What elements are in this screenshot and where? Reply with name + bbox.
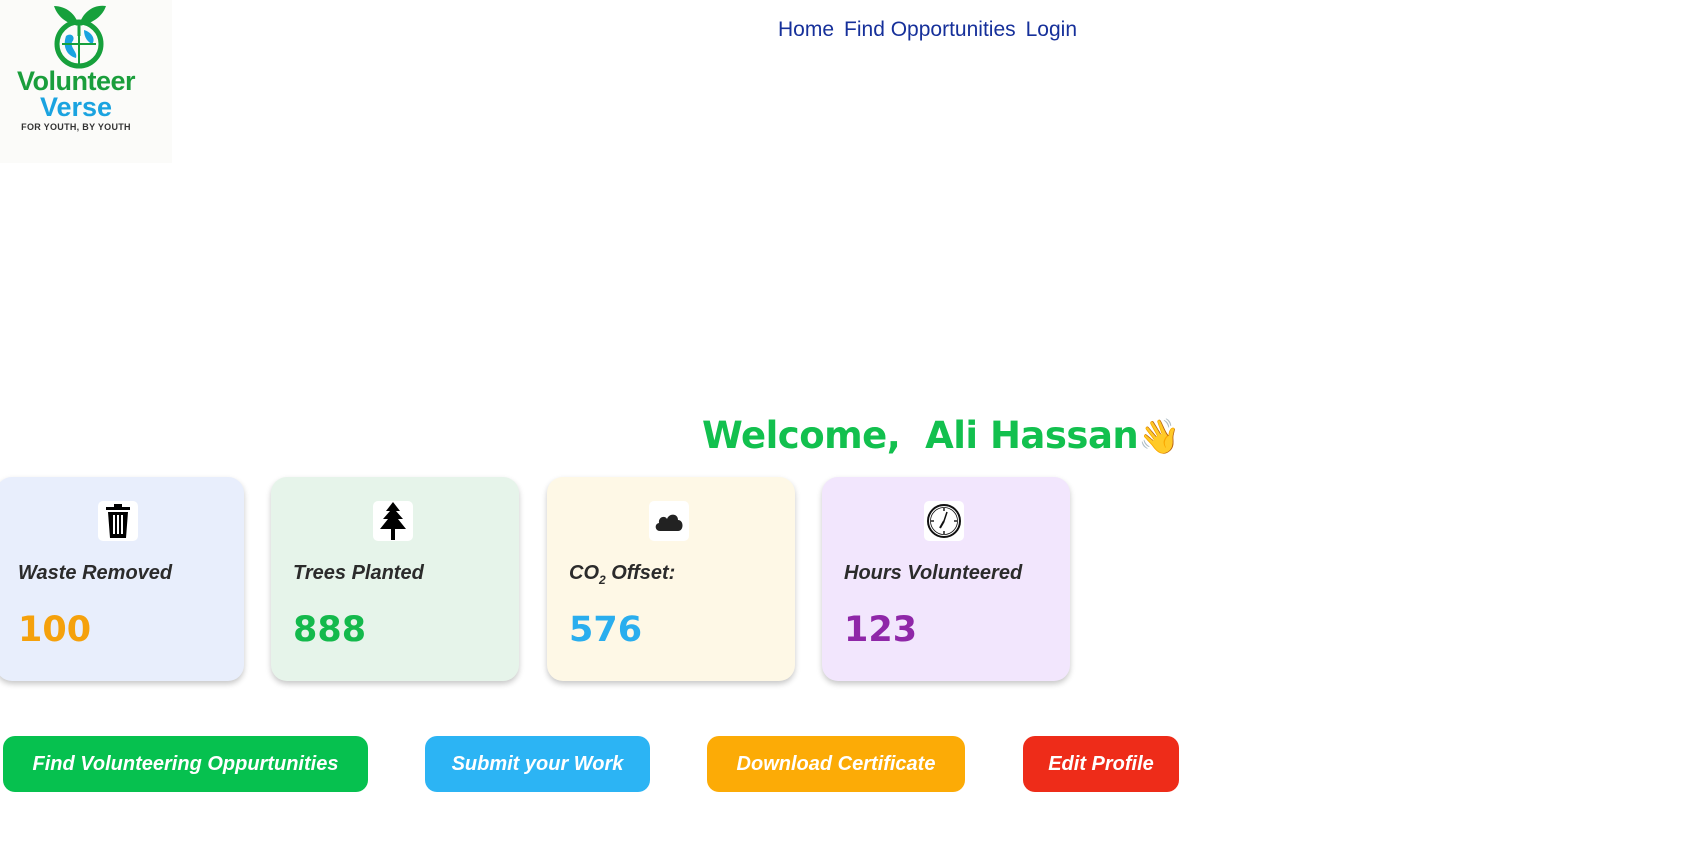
find-volunteering-button[interactable]: Find Volunteering Oppurtunities (3, 736, 368, 792)
clock-icon (924, 501, 964, 541)
stat-label-co: CO (569, 562, 599, 584)
nav-link-home[interactable]: Home (778, 18, 834, 42)
stat-card-waste: Waste Removed 100 (0, 477, 244, 681)
nav-link-find-opportunities[interactable]: Find Opportunities (844, 18, 1016, 42)
welcome-heading: Welcome, Ali Hassan👋 (702, 414, 1181, 457)
logo-word-verse: Verse (39, 92, 113, 122)
waving-hand-icon: 👋 (1138, 417, 1181, 457)
stat-label: CO2 Offset: (569, 562, 675, 587)
download-certificate-button[interactable]: Download Certificate (707, 736, 965, 792)
globe-sprout-icon (54, 5, 106, 69)
stat-value: 123 (844, 610, 918, 650)
edit-profile-button[interactable]: Edit Profile (1023, 736, 1179, 792)
top-nav: Home Find Opportunities Login (778, 18, 1077, 42)
submit-work-button[interactable]: Submit your Work (425, 736, 650, 792)
nav-link-login[interactable]: Login (1026, 18, 1077, 42)
stat-value: 100 (18, 610, 92, 650)
stat-value: 576 (569, 610, 643, 650)
logo-tagline: FOR YOUTH, BY YOUTH (21, 122, 131, 132)
stat-label-subscript: 2 (599, 573, 606, 587)
trash-icon (98, 501, 138, 541)
welcome-text: Welcome, Ali Hassan (702, 414, 1139, 457)
tree-icon (373, 501, 413, 541)
stat-value: 888 (293, 610, 367, 650)
cloud-icon (649, 501, 689, 541)
stat-label-offset: Offset: (605, 562, 676, 584)
stat-label: Waste Removed (18, 562, 173, 584)
stat-label: Trees Planted (293, 562, 424, 584)
stat-card-trees: Trees Planted 888 (271, 477, 519, 681)
stat-card-co2: CO2 Offset: 576 (547, 477, 795, 681)
logo[interactable]: Volunteer Verse FOR YOUTH, BY YOUTH (0, 0, 172, 163)
stat-label: Hours Volunteered (844, 562, 1023, 584)
stat-card-hours: Hours Volunteered 123 (822, 477, 1070, 681)
